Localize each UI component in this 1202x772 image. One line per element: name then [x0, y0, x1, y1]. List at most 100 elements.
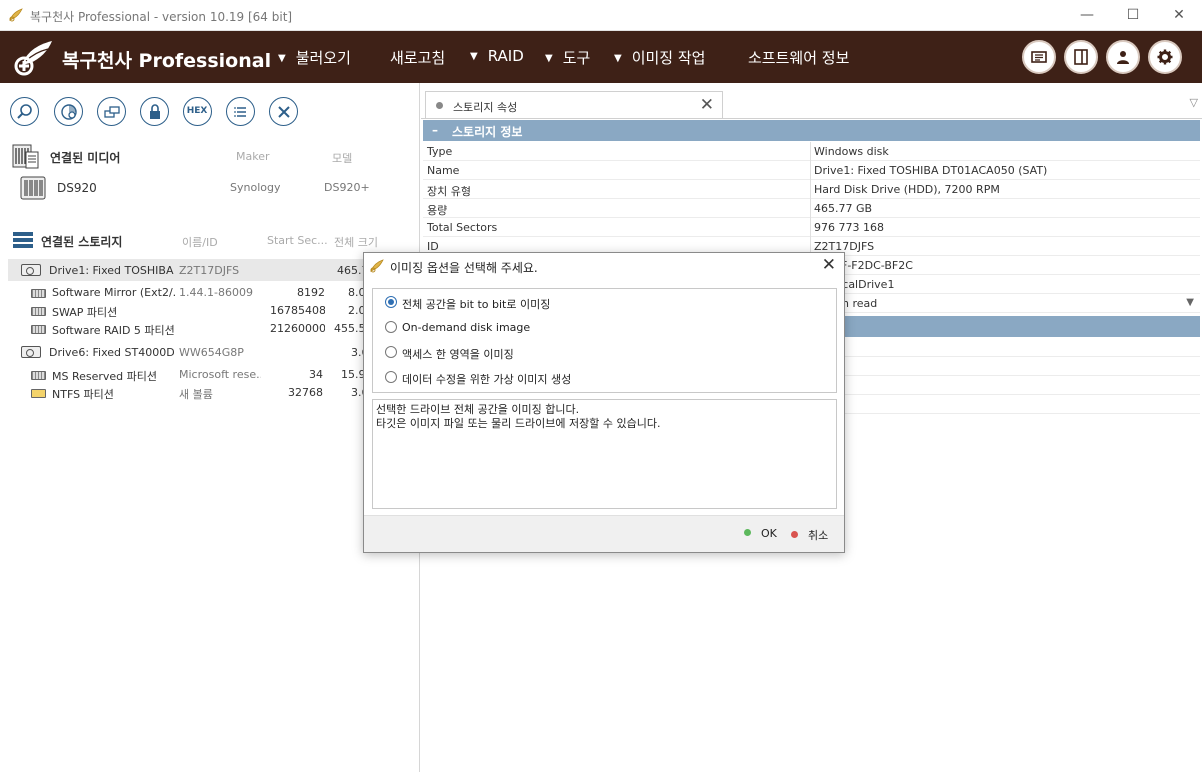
storage-start: 8192 [297, 286, 325, 299]
storage-start: 34 [309, 368, 323, 381]
partition-icon [31, 307, 46, 316]
tab-label: 스토리지 속성 [453, 101, 518, 114]
menubar: 복구천사 Professional ▼ 불러오기 새로고침 ▼ RAID ▼ 도구 ▼… [0, 31, 1202, 83]
menu-raid[interactable]: ▼ RAID [470, 47, 524, 65]
prop-row[interactable]: 장치 유형 Hard Disk Drive (HDD), 7200 RPM [423, 180, 1200, 199]
user-icon [1117, 51, 1129, 64]
list-button[interactable] [226, 97, 255, 126]
hex-button[interactable]: HEX [183, 97, 212, 126]
prop-row[interactable]: Name Drive1: Fixed TOSHIBA DT01ACA050 (SA… [423, 161, 1200, 180]
scan-icon [61, 104, 77, 120]
prop-row[interactable]: Type Windows disk [423, 142, 1200, 161]
maximize-button[interactable]: ☐ [1110, 0, 1156, 31]
storage-id: Microsoft rese... [179, 368, 261, 381]
left-pane: HEX 연결된 미디어 Maker 모델 DS920 Synology DS92… [0, 83, 420, 772]
window-title: 복구천사 Professional - version 10.19 [64 bi… [30, 10, 293, 24]
partition-icon [31, 325, 46, 334]
partition-icon [31, 389, 46, 398]
storage-col-start[interactable]: Start Sec... [267, 234, 328, 247]
radio-checked[interactable] [385, 296, 397, 308]
storage-name: MS Reserved 파티션 [52, 370, 158, 383]
prop-row[interactable]: 용량 465.77 GB [423, 199, 1200, 218]
nas-icon [20, 176, 46, 200]
imaging-options-dialog: 이미징 옵션을 선택해 주세요. ✕ 전체 공간을 bit to bit로 이미… [363, 252, 845, 553]
ok-button[interactable]: OK [744, 527, 777, 540]
panel-button[interactable] [1064, 40, 1098, 74]
card-button[interactable] [1022, 40, 1056, 74]
dialog-titlebar: 이미징 옵션을 선택해 주세요. ✕ [364, 253, 844, 279]
green-dot-icon [744, 529, 751, 536]
menu-refresh[interactable]: 새로고침 [390, 47, 445, 68]
description-box: 선택한 드라이브 전체 공간을 이미징 합니다. 타깃은 이미지 파일 또는 물… [372, 399, 837, 509]
group-title: 스토리지 정보 [452, 125, 523, 139]
search-button[interactable] [10, 97, 39, 126]
hex-icon: HEX [186, 106, 208, 116]
storage-id: 새 볼륨 [179, 388, 213, 401]
lock-icon [150, 104, 160, 119]
close-window-button[interactable]: ✕ [1156, 0, 1202, 31]
storage-section-title: 연결된 스토리지 [41, 235, 123, 249]
close-button[interactable] [269, 97, 298, 126]
storage-col-name[interactable]: 이름/ID [182, 234, 218, 250]
lock-button[interactable] [140, 97, 169, 126]
media-maker: Synology [230, 181, 281, 194]
storage-name: NTFS 파티션 [52, 388, 114, 401]
storage-id: 1.44.1-86009 [179, 286, 253, 299]
tab-dot-icon [436, 102, 443, 109]
panel-icon [1074, 49, 1088, 65]
prop-row[interactable]: Total Sectors 976 773 168 [423, 218, 1200, 237]
storage-size: 15.9 [341, 368, 366, 381]
angel-wing-icon [370, 259, 384, 273]
storage-id: Z2T17DJFS [179, 264, 240, 277]
storage-col-size[interactable]: 전체 크기 [334, 234, 378, 250]
dropdown-arrow-icon[interactable]: ▼ [1186, 297, 1194, 308]
radio-unchecked[interactable] [385, 371, 397, 383]
dialog-title: 이미징 옵션을 선택해 주세요. [390, 261, 538, 275]
group-storage-info[interactable]: – 스토리지 정보 [423, 120, 1200, 141]
red-dot-icon [791, 531, 798, 538]
storage-size: 455.5 [334, 322, 366, 335]
cancel-button[interactable]: 취소 [791, 527, 828, 543]
menu-about[interactable]: 소프트웨어 정보 [748, 47, 849, 68]
tab-close-icon[interactable]: ✕ [700, 95, 714, 115]
copy-button[interactable] [97, 97, 126, 126]
scan-button[interactable] [54, 97, 83, 126]
list-icon [234, 107, 246, 117]
hdd-icon [21, 346, 41, 358]
gear-icon [1157, 49, 1173, 65]
partition-icon [31, 289, 46, 298]
minimize-button[interactable]: — [1064, 0, 1110, 31]
tab-storage-properties[interactable]: 스토리지 속성 ✕ [425, 91, 723, 119]
settings-button[interactable] [1148, 40, 1182, 74]
dialog-close-icon[interactable]: ✕ [822, 255, 836, 275]
close-icon [278, 106, 290, 118]
media-col-maker[interactable]: Maker [236, 150, 270, 163]
media-name: DS920 [57, 181, 97, 195]
chevron-down-icon: ▼ [545, 53, 553, 64]
storage-icon [13, 232, 33, 248]
window-titlebar: 복구천사 Professional - version 10.19 [64 bi… [0, 0, 1202, 31]
collapse-icon: – [432, 123, 438, 137]
menu-import[interactable]: ▼ 불러오기 [278, 47, 351, 68]
tab-menu-icon[interactable]: ▽ [1190, 96, 1198, 109]
chevron-down-icon: ▼ [614, 53, 622, 64]
media-section-title: 연결된 미디어 [50, 151, 121, 165]
storage-start: 21260000 [270, 322, 325, 335]
chevron-down-icon: ▼ [278, 53, 286, 64]
description-line: 타깃은 이미지 파일 또는 물리 드라이브에 저장할 수 있습니다. [376, 417, 661, 430]
media-icon [12, 144, 39, 169]
menu-imaging[interactable]: ▼ 이미징 작업 [614, 47, 705, 68]
tab-divider [421, 118, 1202, 119]
user-button[interactable] [1106, 40, 1140, 74]
menu-tools[interactable]: ▼ 도구 [545, 47, 590, 68]
radio-unchecked[interactable] [385, 321, 397, 333]
description-line: 선택한 드라이브 전체 공간을 이미징 합니다. [376, 403, 580, 416]
radio-unchecked[interactable] [385, 346, 397, 358]
storage-id: WW654G8P [179, 346, 244, 359]
brand-name: 복구천사 Professional [62, 50, 272, 72]
media-col-model[interactable]: 모델 [332, 150, 352, 166]
angel-wing-icon [9, 8, 23, 22]
storage-name: Software Mirror (Ext2/... [52, 286, 176, 299]
dialog-footer: OK 취소 [364, 515, 844, 552]
search-icon [17, 104, 32, 119]
